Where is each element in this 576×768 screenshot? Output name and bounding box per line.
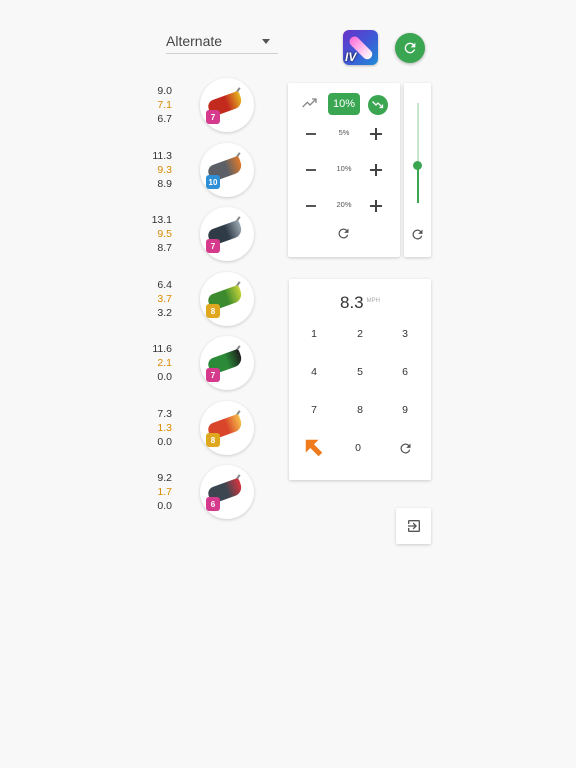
- club-level-badge: 8: [206, 304, 220, 318]
- key-2[interactable]: 2: [348, 325, 372, 343]
- speed-display: 8.3 MPH: [289, 293, 431, 313]
- slider-card: [404, 83, 431, 257]
- club-button[interactable]: 7: [200, 336, 254, 390]
- club-values: 9.0 7.1 6.7: [132, 84, 172, 126]
- club-value-2: 7.1: [157, 99, 172, 111]
- step-value: 5%: [338, 128, 350, 137]
- percent-adjust-card: 10% 5% 10% 20%: [288, 83, 400, 257]
- club-values: 11.6 2.1 0.0: [132, 342, 172, 384]
- club-value-1: 11.3: [152, 150, 172, 162]
- key-4[interactable]: 4: [302, 363, 326, 381]
- current-percent-button[interactable]: 10%: [328, 93, 360, 115]
- minus-icon[interactable]: [306, 205, 316, 207]
- club-button[interactable]: 8: [200, 272, 254, 326]
- key-3[interactable]: 3: [393, 325, 417, 343]
- club-value-1: 11.6: [152, 343, 172, 355]
- app-logo-icon[interactable]: IV: [343, 30, 378, 65]
- minus-icon[interactable]: [306, 133, 316, 135]
- key-5[interactable]: 5: [348, 363, 372, 381]
- key-1[interactable]: 1: [302, 325, 326, 343]
- club-value-1: 9.0: [157, 85, 172, 97]
- trending-up-icon[interactable]: [302, 97, 318, 109]
- club-level-badge: 7: [206, 368, 220, 382]
- club-values: 7.3 1.3 0.0: [132, 407, 172, 449]
- club-value-2: 1.3: [157, 422, 172, 434]
- plus-icon[interactable]: [370, 164, 382, 176]
- current-percent-value: 10%: [332, 98, 356, 110]
- club-values: 13.1 9.5 8.7: [132, 213, 172, 255]
- exit-to-app-icon: [407, 520, 420, 532]
- speed-value: 8.3: [340, 293, 364, 312]
- club-button[interactable]: 10: [200, 143, 254, 197]
- refresh-icon[interactable]: [336, 226, 351, 241]
- speed-unit: MPH: [366, 298, 380, 304]
- refresh-button[interactable]: [395, 33, 425, 63]
- chevron-down-icon: [262, 39, 270, 44]
- club-button[interactable]: 7: [200, 207, 254, 261]
- mode-dropdown[interactable]: Alternate: [166, 28, 278, 54]
- plus-icon[interactable]: [370, 128, 382, 140]
- arrow-up-left-icon[interactable]: [303, 437, 325, 459]
- club-value-3: 3.2: [157, 307, 172, 319]
- club-value-3: 6.7: [157, 113, 172, 125]
- key-8[interactable]: 8: [348, 401, 372, 419]
- club-value-2: 9.5: [157, 228, 172, 240]
- exit-button[interactable]: [396, 508, 431, 544]
- club-value-3: 0.0: [157, 371, 172, 383]
- refresh-icon[interactable]: [398, 441, 413, 456]
- club-value-3: 0.0: [157, 500, 172, 512]
- club-values: 6.4 3.7 3.2: [132, 278, 172, 320]
- key-7[interactable]: 7: [302, 401, 326, 419]
- club-level-badge: 10: [206, 175, 220, 189]
- app-logo-label: IV: [345, 50, 357, 64]
- club-level-badge: 6: [206, 497, 220, 511]
- mode-dropdown-value: Alternate: [166, 33, 223, 49]
- club-value-1: 13.1: [151, 214, 172, 226]
- club-value-3: 0.0: [157, 436, 172, 448]
- slider-fill: [417, 165, 419, 203]
- club-level-badge: 7: [206, 239, 220, 253]
- club-value-3: 8.7: [157, 242, 172, 254]
- club-button[interactable]: 6: [200, 465, 254, 519]
- club-value-1: 7.3: [157, 408, 172, 420]
- club-values: 11.3 9.3 8.9: [132, 149, 172, 191]
- trending-down-button[interactable]: [368, 95, 388, 115]
- club-value-2: 9.3: [157, 164, 172, 176]
- step-row-20: 20%: [288, 197, 400, 215]
- club-value-2: 3.7: [157, 293, 172, 305]
- club-level-badge: 7: [206, 110, 220, 124]
- step-value: 20%: [336, 200, 352, 209]
- club-value-2: 2.1: [157, 357, 172, 369]
- club-values: 9.2 1.7 0.0: [132, 471, 172, 513]
- club-value-3: 8.9: [157, 178, 172, 190]
- key-9[interactable]: 9: [393, 401, 417, 419]
- plus-icon[interactable]: [370, 200, 382, 212]
- club-level-badge: 8: [206, 433, 220, 447]
- key-6[interactable]: 6: [393, 363, 417, 381]
- minus-icon[interactable]: [306, 169, 316, 171]
- refresh-icon: [404, 42, 416, 54]
- refresh-icon[interactable]: [410, 227, 425, 242]
- club-value-1: 9.2: [157, 472, 172, 484]
- trending-down-icon: [372, 101, 384, 109]
- club-value-2: 1.7: [157, 486, 172, 498]
- step-value: 10%: [336, 164, 352, 173]
- key-0[interactable]: 0: [346, 439, 370, 457]
- slider-thumb[interactable]: [413, 160, 422, 170]
- club-value-1: 6.4: [157, 279, 172, 291]
- speed-keypad-card: 8.3 MPH 1 2 3 4 5 6 7 8 9 0: [289, 279, 431, 480]
- club-button[interactable]: 7: [200, 78, 254, 132]
- step-row-10: 10%: [288, 161, 400, 179]
- step-row-5: 5%: [288, 125, 400, 143]
- club-button[interactable]: 8: [200, 401, 254, 455]
